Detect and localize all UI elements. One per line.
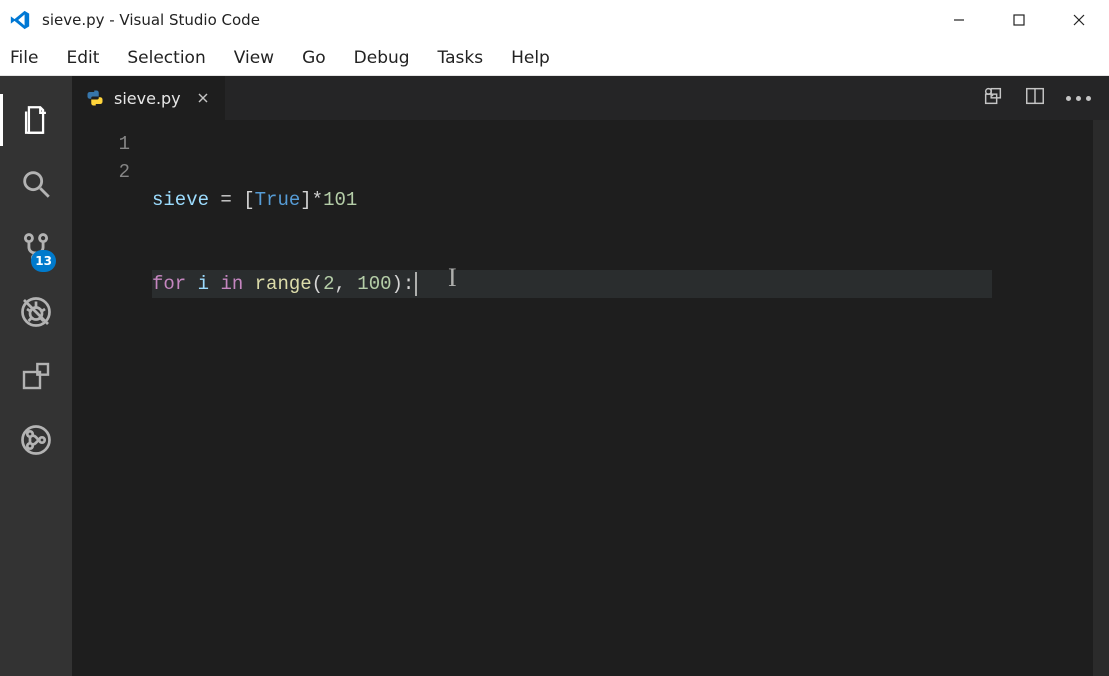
menu-view[interactable]: View xyxy=(220,42,288,74)
code-line[interactable]: for i in range(2, 100):I xyxy=(152,270,992,298)
vscode-logo-icon xyxy=(0,9,40,31)
tabs-row: sieve.py xyxy=(72,76,1109,120)
editor-actions xyxy=(964,76,1109,120)
code-content[interactable]: sieve = [True]*101 for i in range(2, 100… xyxy=(152,120,992,676)
activity-explorer[interactable] xyxy=(0,88,72,152)
scm-badge: 13 xyxy=(31,250,56,272)
gutter: 1 2 xyxy=(72,120,152,676)
activity-bar: 13 xyxy=(0,76,72,676)
window-title: sieve.py - Visual Studio Code xyxy=(40,11,260,29)
tab-label: sieve.py xyxy=(114,89,181,108)
python-file-icon xyxy=(86,89,104,107)
menu-file[interactable]: File xyxy=(0,42,52,74)
menu-go[interactable]: Go xyxy=(288,42,340,74)
window-controls xyxy=(929,0,1109,40)
titlebar: sieve.py - Visual Studio Code xyxy=(0,0,1109,40)
code-line[interactable]: sieve = [True]*101 xyxy=(152,186,992,214)
mouse-ibeam-icon: I xyxy=(448,264,457,292)
minimize-button[interactable] xyxy=(929,0,989,40)
tab-sieve[interactable]: sieve.py xyxy=(72,76,226,120)
open-changes-icon[interactable] xyxy=(982,85,1004,111)
vertical-scrollbar[interactable] xyxy=(1093,120,1109,676)
text-cursor xyxy=(415,272,417,296)
line-number: 2 xyxy=(72,158,130,186)
workbench: 13 sieve.py xyxy=(0,76,1109,676)
menu-help[interactable]: Help xyxy=(497,42,564,74)
tab-close-icon[interactable] xyxy=(195,90,211,106)
split-editor-icon[interactable] xyxy=(1024,85,1046,111)
activity-debug[interactable] xyxy=(0,280,72,344)
activity-extensions[interactable] xyxy=(0,344,72,408)
editor-group: sieve.py 1 2 sieve = xyxy=(72,76,1109,676)
activity-git-graph[interactable] xyxy=(0,408,72,472)
activity-source-control[interactable]: 13 xyxy=(0,216,72,280)
more-actions-icon[interactable] xyxy=(1066,96,1091,101)
maximize-button[interactable] xyxy=(989,0,1049,40)
code-editor[interactable]: 1 2 sieve = [True]*101 for i in range(2,… xyxy=(72,120,1109,676)
menu-debug[interactable]: Debug xyxy=(340,42,424,74)
line-number: 1 xyxy=(72,130,130,158)
menu-selection[interactable]: Selection xyxy=(113,42,219,74)
close-button[interactable] xyxy=(1049,0,1109,40)
menubar: File Edit Selection View Go Debug Tasks … xyxy=(0,40,1109,76)
menu-edit[interactable]: Edit xyxy=(52,42,113,74)
activity-search[interactable] xyxy=(0,152,72,216)
menu-tasks[interactable]: Tasks xyxy=(424,42,498,74)
